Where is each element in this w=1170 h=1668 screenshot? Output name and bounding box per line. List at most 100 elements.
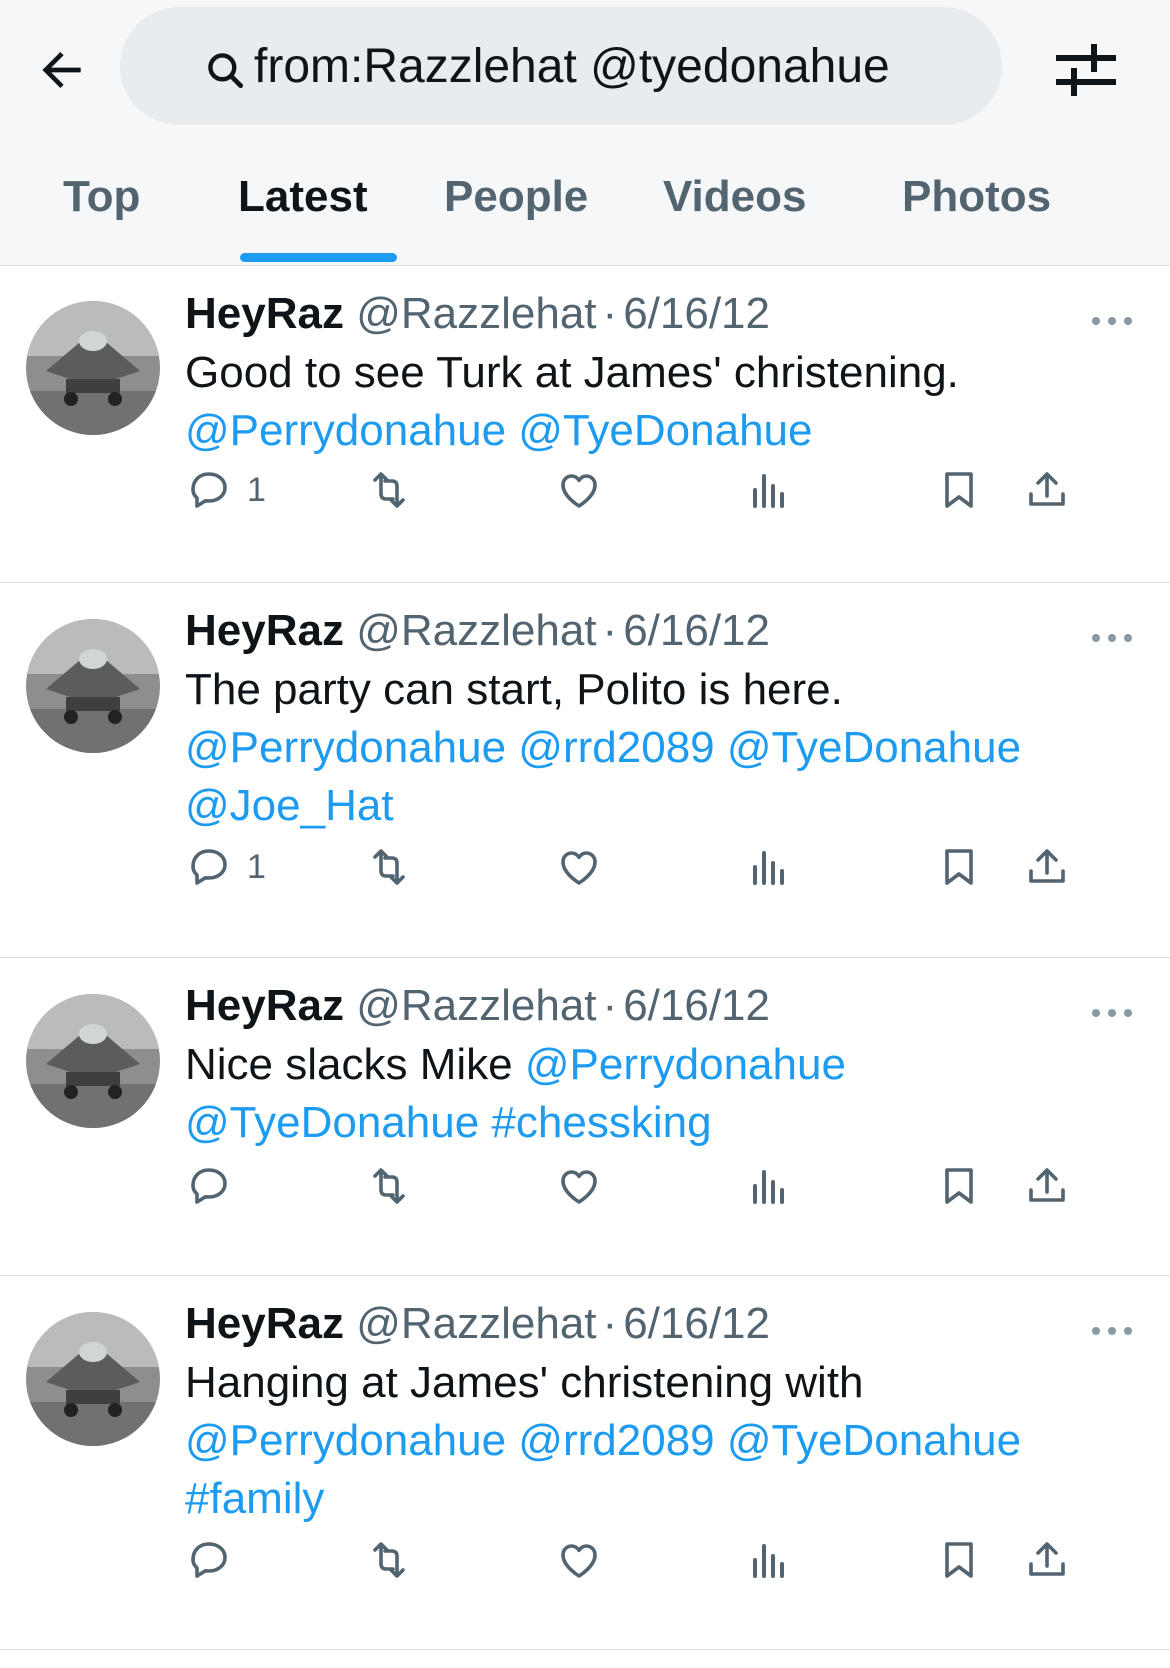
reply-icon — [191, 849, 227, 885]
back-button[interactable] — [30, 38, 94, 102]
tweet-date[interactable]: 6/16/12 — [623, 606, 770, 655]
retweet-button[interactable] — [365, 1532, 413, 1588]
tweet-actions — [185, 1158, 1145, 1214]
tweet-body: HeyRaz @Razzlehat · 6/16/12 The party can … — [185, 603, 1110, 835]
display-name[interactable]: HeyRaz — [185, 289, 344, 338]
tweet-text: The party can start, Polito is here. @Pe… — [185, 661, 1110, 835]
bookmark-icon — [945, 472, 973, 508]
tab-latest[interactable]: Latest — [238, 150, 368, 266]
user-handle[interactable]: @Razzlehat — [356, 289, 596, 338]
tweet-header: HeyRaz @Razzlehat · 6/16/12 — [185, 978, 1110, 1034]
retweet-button[interactable] — [365, 1158, 413, 1214]
heart-icon — [561, 1544, 597, 1578]
tweet-item[interactable]: HeyRaz @Razzlehat · 6/16/12 Hanging at Jam… — [0, 1276, 1170, 1650]
display-name[interactable]: HeyRaz — [185, 981, 344, 1030]
mention-links[interactable]: @TyeDonahue #chessking — [185, 1094, 1110, 1152]
tweet-actions — [185, 1532, 1145, 1588]
search-header: from:Razzlehat @tyedonahue Top Latest Pe… — [0, 0, 1170, 266]
views-chart-icon — [753, 851, 784, 885]
tweet-item[interactable]: HeyRaz @Razzlehat · 6/16/12 Nice slacks Mi… — [0, 958, 1170, 1276]
share-button[interactable] — [1023, 839, 1071, 895]
retweet-icon — [373, 472, 405, 508]
search-input[interactable]: from:Razzlehat @tyedonahue — [120, 7, 1002, 125]
views-button[interactable] — [745, 462, 793, 518]
views-button[interactable] — [745, 1158, 793, 1214]
user-handle[interactable]: @Razzlehat — [356, 606, 596, 655]
share-button[interactable] — [1023, 1158, 1071, 1214]
like-button[interactable] — [555, 1158, 603, 1214]
separator-dot: · — [602, 1299, 618, 1348]
retweet-icon — [373, 849, 405, 885]
separator-dot: · — [602, 981, 618, 1030]
views-chart-icon — [753, 474, 784, 508]
heart-icon — [561, 851, 597, 885]
heart-icon — [561, 474, 597, 508]
search-icon — [208, 53, 244, 89]
avatar[interactable] — [26, 1312, 160, 1446]
tweet-text-line: The party can start, Polito is here. — [185, 665, 843, 714]
like-button[interactable] — [555, 1532, 603, 1588]
tab-videos[interactable]: Videos — [663, 150, 806, 266]
reply-button[interactable]: 1 — [185, 462, 266, 518]
user-handle[interactable]: @Razzlehat — [356, 981, 596, 1030]
reply-count: 1 — [247, 470, 266, 509]
mention-links[interactable]: @Perrydonahue @rrd2089 @TyeDonahue — [185, 719, 1110, 777]
views-button[interactable] — [745, 1532, 793, 1588]
mention-links[interactable]: @Joe_Hat — [185, 777, 1110, 835]
retweet-icon — [373, 1168, 405, 1204]
bookmark-button[interactable] — [935, 462, 983, 518]
tweet-feed: HeyRaz @Razzlehat · 6/16/12 Good to see Tu… — [0, 266, 1170, 1650]
user-handle[interactable]: @Razzlehat — [356, 1299, 596, 1348]
bookmark-button[interactable] — [935, 1532, 983, 1588]
tweet-actions: 1 — [185, 462, 1145, 518]
like-button[interactable] — [555, 462, 603, 518]
display-name[interactable]: HeyRaz — [185, 1299, 344, 1348]
reply-count: 1 — [247, 847, 266, 886]
avatar[interactable] — [26, 994, 160, 1128]
separator-dot: · — [602, 606, 618, 655]
reply-button[interactable] — [185, 1158, 247, 1214]
share-icon — [1029, 1168, 1065, 1202]
filter-button[interactable] — [1050, 36, 1122, 104]
avatar[interactable] — [26, 619, 160, 753]
display-name[interactable]: HeyRaz — [185, 606, 344, 655]
bookmark-button[interactable] — [935, 839, 983, 895]
hashtag-link[interactable]: #family — [185, 1470, 1110, 1528]
like-button[interactable] — [555, 839, 603, 895]
views-chart-icon — [753, 1544, 784, 1578]
active-tab-indicator — [240, 253, 397, 262]
share-button[interactable] — [1023, 1532, 1071, 1588]
avatar[interactable] — [26, 301, 160, 435]
tweet-text-line: Hanging at James' christening with — [185, 1358, 864, 1407]
tweet-date[interactable]: 6/16/12 — [623, 289, 770, 338]
tweet-actions: 1 — [185, 839, 1145, 895]
mention-link[interactable]: @Perrydonahue — [525, 1040, 846, 1089]
bookmark-button[interactable] — [935, 1158, 983, 1214]
tweet-item[interactable]: HeyRaz @Razzlehat · 6/16/12 Good to see Tu… — [0, 266, 1170, 583]
retweet-button[interactable] — [365, 462, 413, 518]
reply-button[interactable] — [185, 1532, 247, 1588]
tweet-body: HeyRaz @Razzlehat · 6/16/12 Good to see Tu… — [185, 286, 1110, 460]
share-icon — [1029, 472, 1065, 506]
tab-photos[interactable]: Photos — [902, 150, 1051, 266]
views-button[interactable] — [745, 839, 793, 895]
tweet-item[interactable]: HeyRaz @Razzlehat · 6/16/12 The party can … — [0, 583, 1170, 958]
reply-icon — [191, 1168, 227, 1204]
tweet-date[interactable]: 6/16/12 — [623, 981, 770, 1030]
reply-button[interactable]: 1 — [185, 839, 266, 895]
bookmark-icon — [945, 1542, 973, 1578]
retweet-button[interactable] — [365, 839, 413, 895]
bookmark-icon — [945, 849, 973, 885]
mention-links[interactable]: @Perrydonahue @TyeDonahue — [185, 402, 1110, 460]
separator-dot: · — [602, 289, 618, 338]
search-tabs: Top Latest People Videos Photos — [0, 150, 1170, 266]
tab-people[interactable]: People — [444, 150, 588, 266]
tweet-body: HeyRaz @Razzlehat · 6/16/12 Hanging at Jam… — [185, 1296, 1110, 1528]
tab-top[interactable]: Top — [63, 150, 140, 266]
tweet-body: HeyRaz @Razzlehat · 6/16/12 Nice slacks Mi… — [185, 978, 1110, 1152]
tweet-text-line: Nice slacks Mike — [185, 1040, 525, 1089]
filter-sliders-icon — [1056, 44, 1116, 96]
mention-links[interactable]: @Perrydonahue @rrd2089 @TyeDonahue — [185, 1412, 1110, 1470]
tweet-date[interactable]: 6/16/12 — [623, 1299, 770, 1348]
share-button[interactable] — [1023, 462, 1071, 518]
